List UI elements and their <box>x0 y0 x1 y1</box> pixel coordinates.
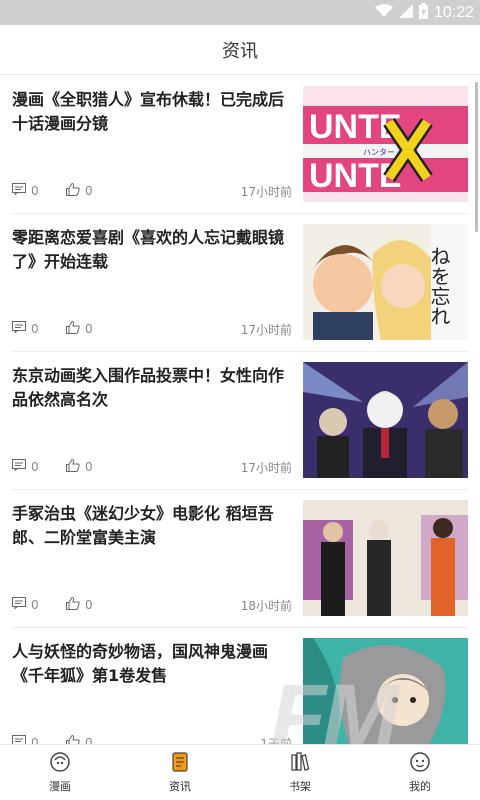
news-item[interactable]: 手冢治虫《迷幻少女》电影化 稻垣吾郎、二阶堂富美主演 0 0 18小时前 <box>12 490 468 628</box>
tab-bookshelf[interactable]: 书架 <box>240 745 360 800</box>
news-time: 17小时前 <box>240 323 292 337</box>
tab-profile[interactable]: 我的 <box>360 745 480 800</box>
like-count[interactable]: 0 <box>66 182 93 199</box>
news-time: 17小时前 <box>240 461 292 475</box>
wifi-icon <box>374 3 393 22</box>
page-title: 资讯 <box>222 40 258 62</box>
news-thumbnail[interactable] <box>303 500 468 616</box>
comment-count[interactable]: 0 <box>12 735 39 744</box>
news-meta: 0 0 18小时前 <box>12 596 292 613</box>
comment-count[interactable]: 0 <box>12 459 39 474</box>
news-title[interactable]: 人与妖怪的奇妙物语，国风神鬼漫画《千年狐》第1卷发售 <box>12 640 292 688</box>
status-bar: 10:22 <box>0 0 480 25</box>
profile-icon <box>409 751 431 776</box>
news-meta: 0 0 17小时前 <box>12 182 292 199</box>
news-thumbnail[interactable] <box>303 362 468 478</box>
comment-icon <box>12 321 26 336</box>
tab-label: 漫画 <box>49 780 71 793</box>
status-icons: 10:22 <box>374 0 474 25</box>
news-title[interactable]: 东京动画奖入围作品投票中！女性向作品依然高名次 <box>12 364 292 412</box>
news-title[interactable]: 手冢治虫《迷幻少女》电影化 稻垣吾郎、二阶堂富美主演 <box>12 502 292 550</box>
news-time: 17小时前 <box>240 185 292 199</box>
comment-icon <box>12 183 26 198</box>
scrollbar[interactable] <box>475 82 478 232</box>
news-feed[interactable]: 漫画《全职猎人》宣布休载！已完成后十话漫画分镜 0 0 17小时前 UNTE U… <box>0 76 480 744</box>
news-meta: 0 0 17小时前 <box>12 458 292 475</box>
like-count[interactable]: 0 <box>66 458 93 475</box>
news-thumbnail[interactable]: ねを忘れ <box>303 224 468 340</box>
tab-news[interactable]: 资讯 <box>120 745 240 800</box>
status-time: 10:22 <box>433 3 474 21</box>
app-header: 资讯 <box>0 25 480 75</box>
news-time: 18小时前 <box>240 599 292 613</box>
thumbs-up-icon <box>66 734 80 744</box>
news-item[interactable]: 零距离恋爱喜剧《喜欢的人忘记戴眼镜了》开始连载 0 0 17小时前 ねを忘れ <box>12 214 468 352</box>
thumbnail-caption: ハンター <box>363 148 395 157</box>
news-title[interactable]: 漫画《全职猎人》宣布休载！已完成后十话漫画分镜 <box>12 88 292 136</box>
comment-icon <box>12 459 26 474</box>
bottom-tab-bar: 漫画 资讯 书架 我的 <box>0 744 480 800</box>
news-item[interactable]: 东京动画奖入围作品投票中！女性向作品依然高名次 0 0 17小时前 <box>12 352 468 490</box>
news-icon <box>169 751 191 776</box>
news-item[interactable]: 人与妖怪的奇妙物语，国风神鬼漫画《千年狐》第1卷发售 0 0 1天前 <box>12 628 468 744</box>
news-thumbnail[interactable] <box>303 638 468 744</box>
tab-comic[interactable]: 漫画 <box>0 745 120 800</box>
tab-label: 书架 <box>289 780 311 793</box>
thumbnail-caption: ねを忘れ <box>427 246 451 326</box>
like-count[interactable]: 0 <box>66 320 93 337</box>
comment-count[interactable]: 0 <box>12 321 39 336</box>
tab-label: 资讯 <box>169 780 191 793</box>
thumbs-up-icon <box>66 320 80 337</box>
thumbs-up-icon <box>66 596 80 613</box>
thumbs-up-icon <box>66 182 80 199</box>
like-count[interactable]: 0 <box>66 734 93 744</box>
signal-icon <box>398 3 413 22</box>
news-item[interactable]: 漫画《全职猎人》宣布休载！已完成后十话漫画分镜 0 0 17小时前 UNTE U… <box>12 76 468 214</box>
thumbs-up-icon <box>66 458 80 475</box>
news-time: 1天前 <box>260 737 292 744</box>
tab-label: 我的 <box>409 780 431 793</box>
battery-icon <box>418 2 428 23</box>
comment-icon <box>12 735 26 744</box>
comment-icon <box>12 597 26 612</box>
comment-count[interactable]: 0 <box>12 597 39 612</box>
news-meta: 0 0 1天前 <box>12 734 292 744</box>
like-count[interactable]: 0 <box>66 596 93 613</box>
comment-count[interactable]: 0 <box>12 183 39 198</box>
comic-icon <box>49 751 71 776</box>
news-meta: 0 0 17小时前 <box>12 320 292 337</box>
bookshelf-icon <box>289 751 311 776</box>
news-title[interactable]: 零距离恋爱喜剧《喜欢的人忘记戴眼镜了》开始连载 <box>12 226 292 274</box>
news-thumbnail[interactable]: UNTE UNTE ハンター <box>303 86 468 202</box>
